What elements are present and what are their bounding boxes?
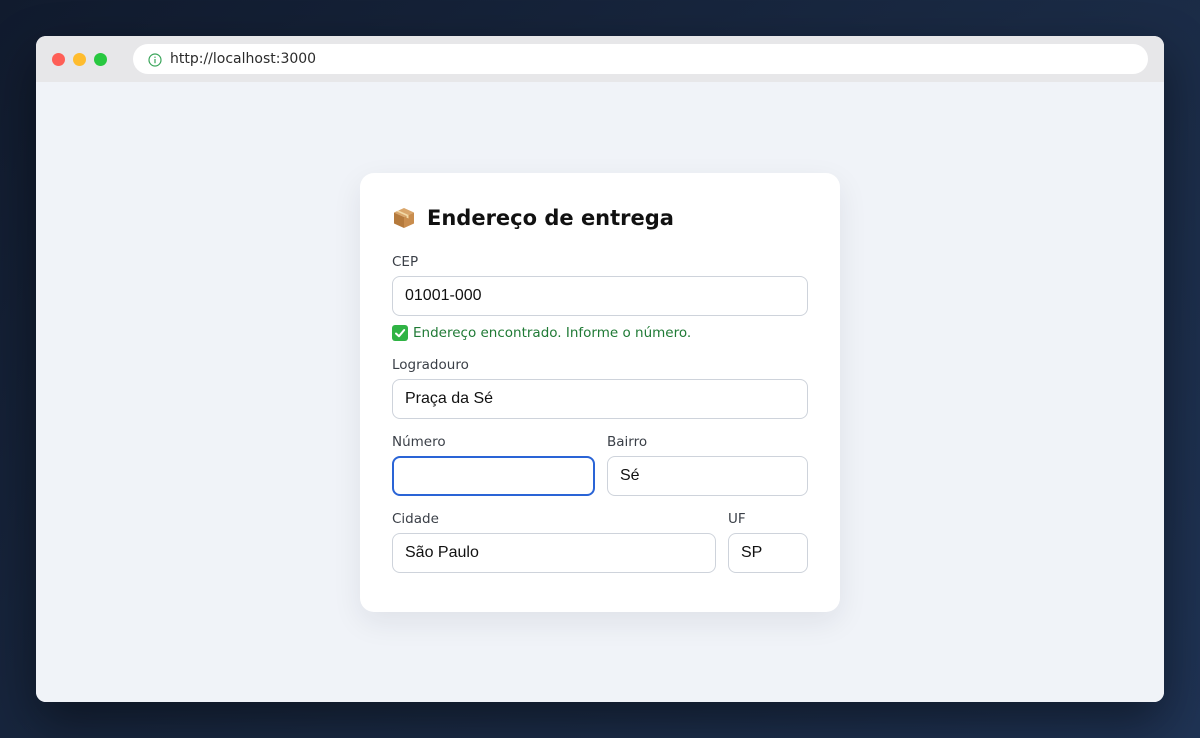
bairro-label: Bairro [607,434,648,450]
info-icon[interactable] [148,52,162,67]
cep-label: CEP [392,254,419,270]
address-bar[interactable]: http://localhost:3000 [133,44,1148,74]
browser-window: http://localhost:3000 Endereço de entreg… [36,36,1164,702]
page-viewport: Endereço de entrega CEP Endereço encontr… [36,82,1164,702]
form-title-text: Endereço de entrega [427,206,674,230]
url-text: http://localhost:3000 [170,51,317,67]
status-message-text: Endereço encontrado. Informe o número. [413,325,692,341]
uf-group: UF [728,510,808,573]
address-form-card: Endereço de entrega CEP Endereço encontr… [360,173,840,612]
status-message: Endereço encontrado. Informe o número. [392,324,808,342]
bairro-input[interactable] [607,456,808,496]
cidade-uf-row: Cidade UF [392,510,808,573]
logradouro-input[interactable] [392,379,808,419]
numero-bairro-row: Número Bairro [392,433,808,496]
cidade-group: Cidade [392,510,716,573]
form-title: Endereço de entrega [392,203,808,233]
uf-label: UF [728,511,746,527]
numero-group: Número [392,433,595,496]
browser-titlebar: http://localhost:3000 [36,36,1164,82]
cidade-input[interactable] [392,533,716,573]
cep-input[interactable] [392,276,808,316]
check-icon [392,325,408,341]
logradouro-group: Logradouro [392,356,808,419]
package-icon [392,206,416,230]
close-window-button[interactable] [52,53,65,66]
minimize-window-button[interactable] [73,53,86,66]
maximize-window-button[interactable] [94,53,107,66]
numero-input[interactable] [392,456,595,496]
uf-input[interactable] [728,533,808,573]
logradouro-label: Logradouro [392,357,469,373]
numero-label: Número [392,434,446,450]
cidade-label: Cidade [392,511,439,527]
cep-group: CEP [392,253,808,316]
bairro-group: Bairro [607,433,808,496]
